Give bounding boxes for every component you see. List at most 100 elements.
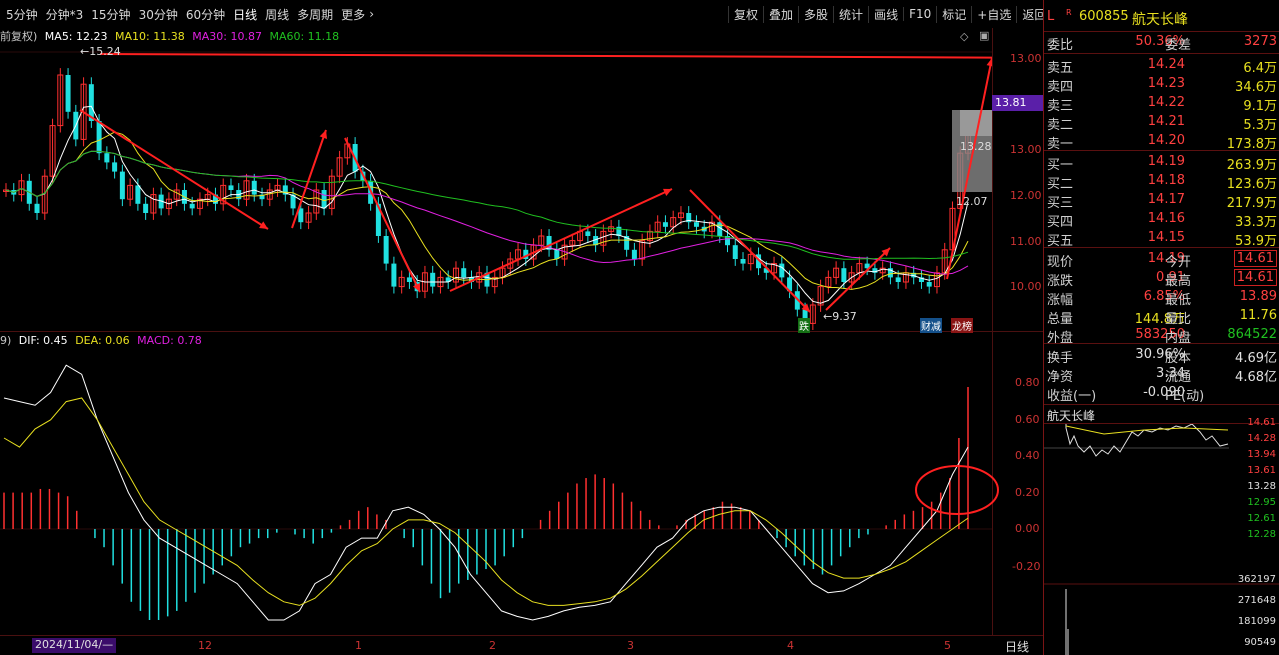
candle-body (228, 185, 234, 190)
candle-body (585, 231, 591, 236)
bid-price: 14.19 (1147, 154, 1185, 169)
panel-divider (0, 331, 1043, 332)
macd-legend: 9) DIF: 0.45 DEA: 0.06 MACD: 0.78 (0, 334, 206, 348)
price-axis-10: 10.00 (1010, 280, 1042, 293)
period-daily[interactable]: 日线 (229, 6, 261, 23)
ask-price: 14.21 (1147, 114, 1185, 129)
quote-panel: L R 600855 航天长峰 委比 50.36% 委差 3273 卖五 14.2… (1043, 0, 1279, 655)
window-icon[interactable]: ▣ (979, 29, 989, 42)
candlestick-chart[interactable] (0, 42, 992, 330)
stat2-label-2: 股本 (1165, 351, 1192, 366)
first-date-label: 2024/11/04/— (32, 638, 117, 653)
stats-button[interactable]: 统计 (833, 5, 868, 23)
macd-label: MACD: 0.78 (137, 334, 202, 347)
macd-prefix: 9) (0, 334, 12, 347)
stat2-row: 收益(一) -0.090 PE(动) (1044, 384, 1279, 404)
price-axis-12b: 12.00 (1010, 189, 1042, 202)
rong-icon: R (1066, 8, 1072, 17)
add-watchlist-button[interactable]: +自选 (971, 5, 1016, 23)
period-min3[interactable]: 分钟*3 (42, 6, 88, 23)
event-longhu-badge[interactable]: 龙榜 (951, 318, 973, 333)
event-caijian-badge[interactable]: 财减 (920, 318, 942, 333)
stock-name: 航天长峰 (1132, 12, 1188, 28)
ask-price: 14.20 (1147, 133, 1185, 148)
low-value: 9.37 (832, 310, 857, 323)
event-die-badge[interactable]: 跌 (798, 318, 810, 333)
mini-chart-title: 航天长峰 (1047, 409, 1096, 423)
period-15min[interactable]: 15分钟 (87, 6, 134, 23)
bid-row[interactable]: 买三 14.17 217.9万 (1044, 191, 1279, 211)
mini-axis-label: 13.94 (1247, 449, 1276, 460)
stat-value-2: 864522 (1227, 327, 1277, 342)
dif-line (3, 364, 969, 621)
stat2-value-2: 4.69亿 (1235, 351, 1277, 366)
stat-label-2: 最高 (1165, 274, 1192, 289)
ask-label: 卖四 (1047, 80, 1074, 95)
candle-body (732, 245, 738, 259)
bid-row[interactable]: 买四 14.16 33.3万 (1044, 210, 1279, 230)
weibi-row: 委比 50.36% 委差 3273 (1044, 33, 1279, 53)
month-4: 4 (787, 639, 794, 652)
low-price-label: ←9.37 (823, 310, 857, 323)
macd-chart[interactable] (0, 348, 1000, 635)
bid-price: 14.16 (1147, 211, 1185, 226)
stat-row: 涨跌 0.91 最高 14.61 (1044, 269, 1279, 289)
stat-value-2: 13.89 (1239, 289, 1277, 304)
f10-button[interactable]: F10 (903, 7, 936, 21)
period-toolbar: 5分钟 分钟*3 15分钟 30分钟 60分钟 日线 周线 多周期 更多 › (2, 0, 374, 28)
ask-row[interactable]: 卖四 14.23 34.6万 (1044, 75, 1279, 95)
dea-line (3, 397, 969, 606)
candle-body (135, 185, 141, 204)
period-label: 日线 (1005, 640, 1030, 654)
ask-label: 卖五 (1047, 61, 1074, 76)
candle-body (112, 162, 118, 172)
high-value: 15.24 (89, 45, 121, 58)
period-weekly[interactable]: 周线 (261, 6, 293, 23)
tool-toolbar: 复权 叠加 多股 统计 画线 F10 标记 +自选 返回 (728, 0, 1051, 28)
ask-row[interactable]: 卖二 14.21 5.3万 (1044, 113, 1279, 133)
stat-row: 现价 14.19 今开 14.61 (1044, 250, 1279, 270)
overlay-button[interactable]: 叠加 (763, 5, 798, 23)
bid-label: 买一 (1047, 158, 1074, 173)
bid-row[interactable]: 买五 14.15 53.9万 (1044, 229, 1279, 249)
price-axis-11: 11.00 (1010, 235, 1042, 248)
bid-row[interactable]: 买二 14.18 123.6万 (1044, 172, 1279, 192)
ask-volume: 9.1万 (1243, 99, 1277, 114)
ask-row[interactable]: 卖一 14.20 173.8万 (1044, 132, 1279, 152)
period-multi[interactable]: 多周期 (293, 6, 337, 23)
stock-code: 600855 (1079, 9, 1129, 24)
bid-volume: 123.6万 (1226, 177, 1277, 192)
mini-avg-line (1065, 425, 1229, 435)
bid-row[interactable]: 买一 14.19 263.9万 (1044, 153, 1279, 173)
mini-vol-label: 362197 (1237, 574, 1276, 585)
candle-body (461, 268, 467, 278)
stat-label: 现价 (1047, 255, 1074, 270)
stat2-row: 换手 30.96% 股本 4.69亿 (1044, 346, 1279, 366)
ask-price: 14.24 (1147, 57, 1185, 72)
stat-row: 涨幅 6.85% 最低 13.89 (1044, 288, 1279, 308)
period-60min[interactable]: 60分钟 (182, 6, 229, 23)
trend-arrow (689, 189, 811, 313)
stat-value-2: 11.76 (1239, 308, 1277, 323)
bid-label: 买三 (1047, 196, 1074, 211)
ask-row[interactable]: 卖三 14.22 9.1万 (1044, 94, 1279, 114)
candle-body (34, 203, 40, 213)
dea-label: DEA: 0.06 (75, 334, 130, 347)
mark-button[interactable]: 标记 (936, 5, 971, 23)
period-30min[interactable]: 30分钟 (135, 6, 182, 23)
draw-button[interactable]: 画线 (868, 5, 903, 23)
ask-volume: 34.6万 (1235, 80, 1277, 95)
ask-row[interactable]: 卖五 14.24 6.4万 (1044, 56, 1279, 76)
period-more[interactable]: 更多 (337, 6, 369, 23)
stat-label: 涨跌 (1047, 274, 1074, 289)
price-axis-13-0: 13.00 (1010, 52, 1042, 65)
multi-stock-button[interactable]: 多股 (798, 5, 833, 23)
month-12: 12 (198, 639, 212, 652)
fuquan-button[interactable]: 复权 (728, 5, 763, 23)
period-5min[interactable]: 5分钟 (2, 6, 42, 23)
candle-body (321, 190, 327, 209)
stat-label-2: 最低 (1165, 293, 1192, 308)
candle-body (96, 121, 102, 154)
chevron-right-icon[interactable]: › (369, 7, 374, 21)
bid-volume: 217.9万 (1226, 196, 1277, 211)
